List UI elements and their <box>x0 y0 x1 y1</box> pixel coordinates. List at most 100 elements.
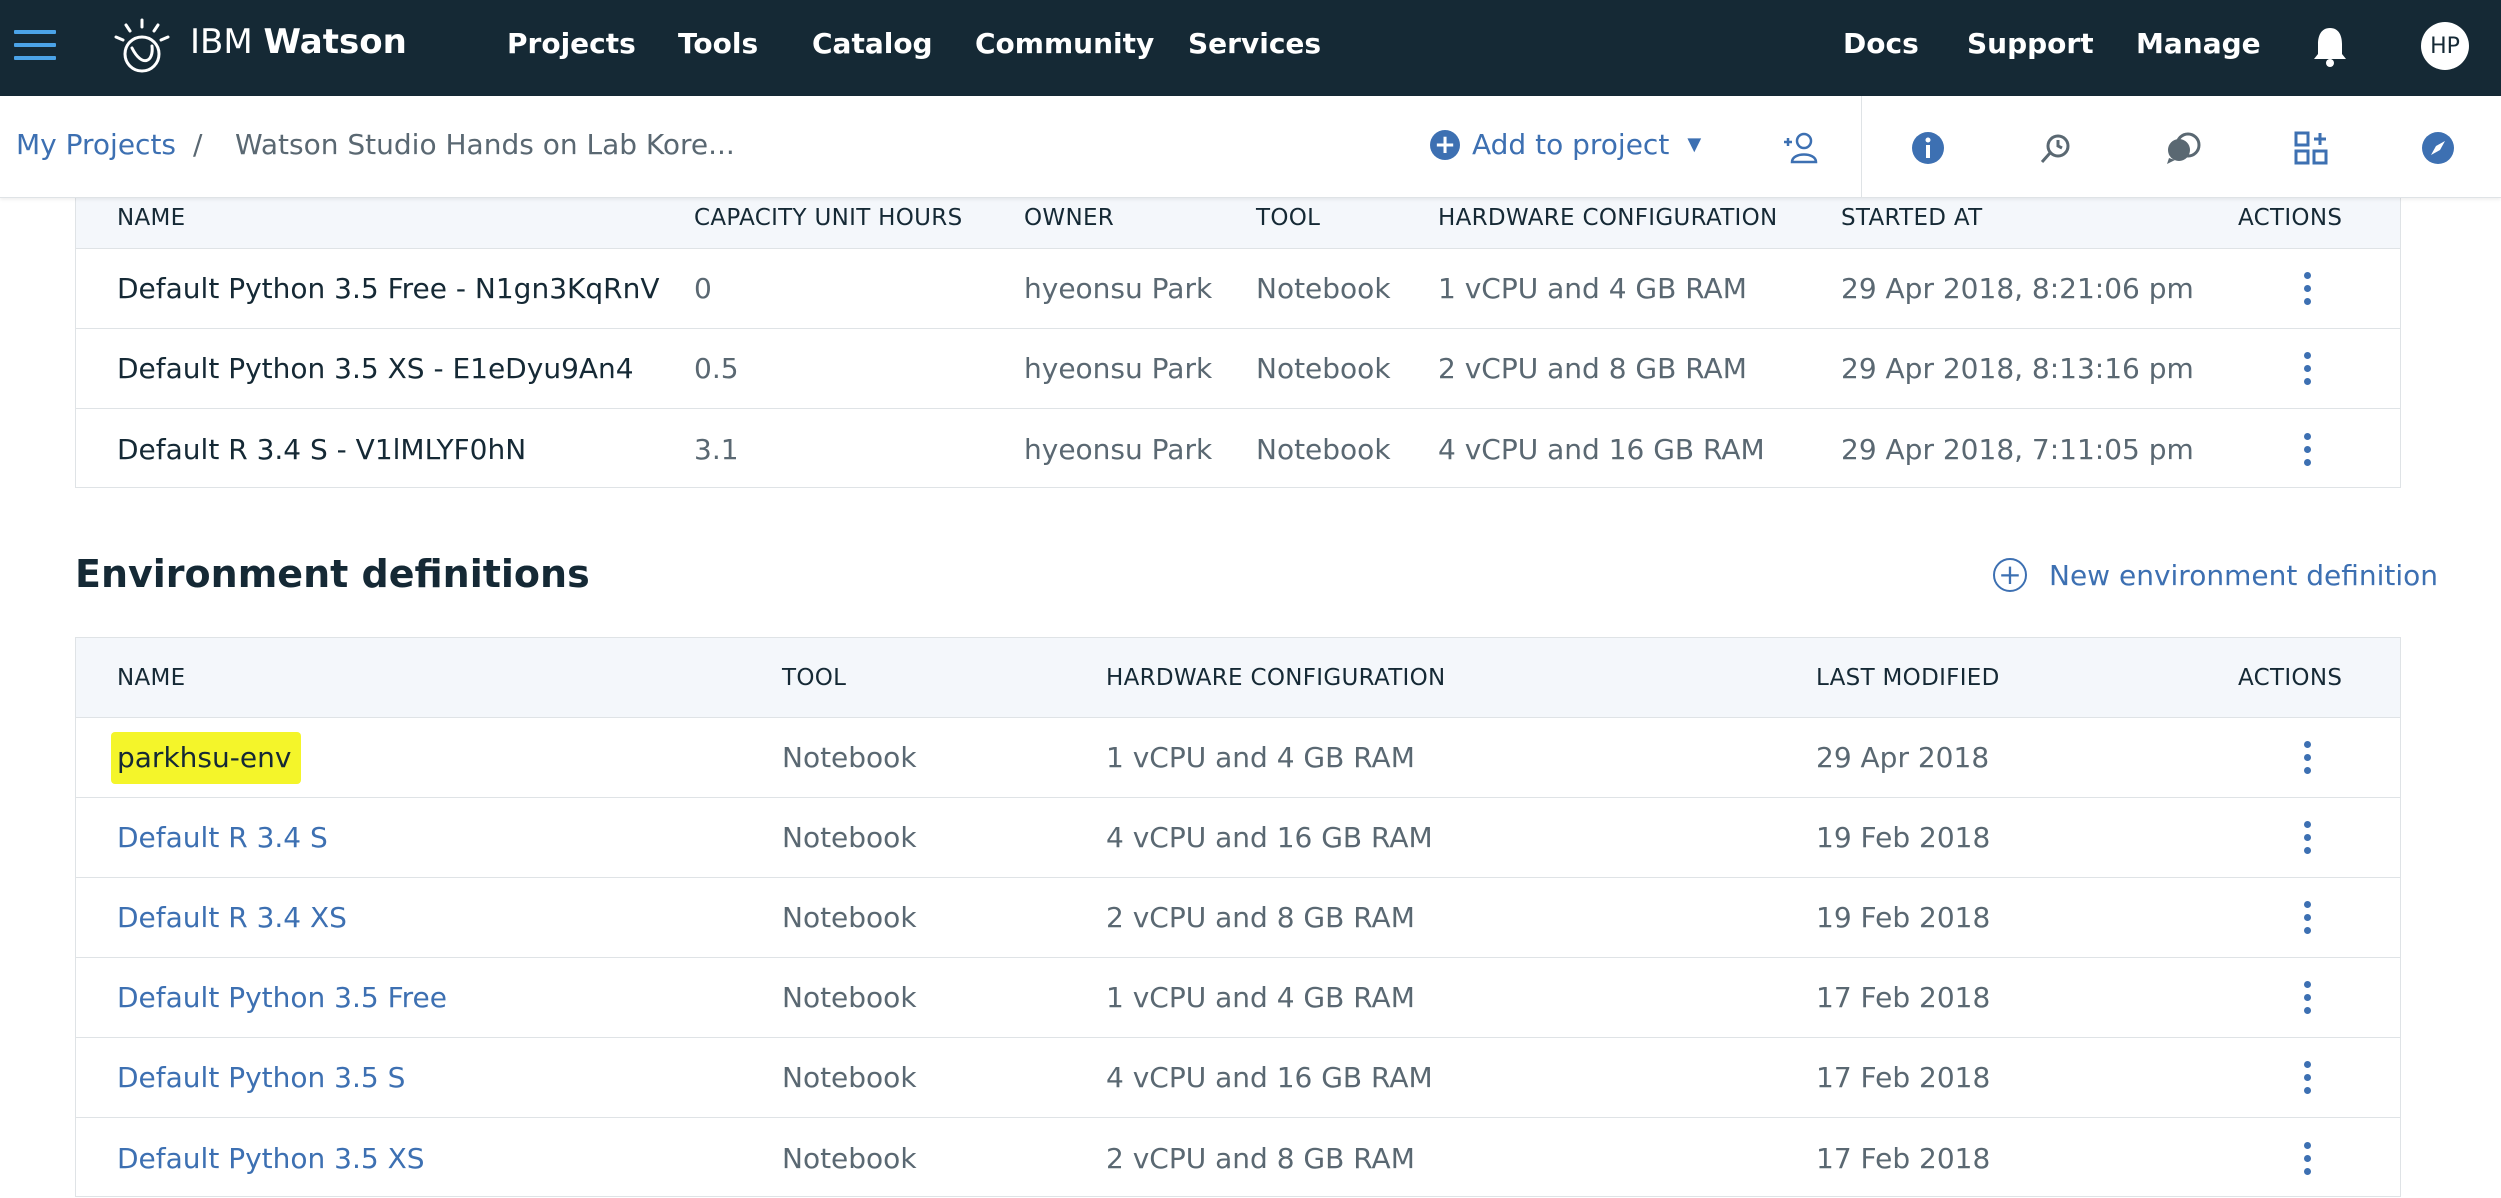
brand-name: Watson <box>263 22 407 62</box>
data-assets-icon[interactable] <box>2291 128 2331 168</box>
add-to-project-button[interactable]: + Add to project ▼ <box>1430 128 1701 161</box>
runtime-hardware: 2 vCPU and 8 GB RAM <box>1438 352 1747 385</box>
breadcrumb-my-projects[interactable]: My Projects <box>16 128 176 161</box>
environment-name-link[interactable]: Default Python 3.5 S <box>117 1038 405 1117</box>
col-tool-header: TOOL <box>782 664 847 691</box>
col-name-header: NAME <box>117 664 186 691</box>
runtime-name: Default R 3.4 S - V1lMLYF0hN <box>117 432 527 466</box>
environment-hardware: 2 vCPU and 8 GB RAM <box>1106 1141 1415 1175</box>
hamburger-menu-icon[interactable] <box>14 30 56 64</box>
project-header-bar: My Projects / Watson Studio Hands on Lab… <box>0 96 2501 198</box>
environment-tool: Notebook <box>782 1061 917 1094</box>
runtime-cuh: 0.5 <box>694 352 739 385</box>
environment-name-link[interactable]: Default R 3.4 XS <box>117 878 347 957</box>
runtime-cuh: 3.1 <box>694 432 739 466</box>
environment-name[interactable]: parkhsu-env <box>117 718 291 797</box>
environment-hardware: 1 vCPU and 4 GB RAM <box>1106 741 1415 774</box>
overflow-menu-icon[interactable] <box>2287 409 2327 489</box>
nav-support[interactable]: Support <box>1967 27 2094 60</box>
add-collaborator-icon[interactable] <box>1780 128 1820 168</box>
nav-projects[interactable]: Projects <box>507 27 636 60</box>
environment-hardware: 4 vCPU and 16 GB RAM <box>1106 1061 1433 1094</box>
brand-prefix: IBM <box>190 22 253 62</box>
runtime-tool: Notebook <box>1256 352 1391 385</box>
brand-title[interactable]: IBM Watson <box>190 22 407 62</box>
overflow-menu-icon[interactable] <box>2287 878 2327 957</box>
breadcrumb-separator: / <box>193 128 203 161</box>
environment-hardware: 4 vCPU and 16 GB RAM <box>1106 821 1433 854</box>
environment-tool: Notebook <box>782 901 917 934</box>
environment-name-link[interactable]: Default Python 3.5 XS <box>117 1118 425 1198</box>
table-row: Default Python 3.5 XS - E1eDyu9An4 0.5 h… <box>76 329 2400 409</box>
runtime-started: 29 Apr 2018, 8:13:16 pm <box>1841 352 2194 385</box>
toolbar-divider <box>1861 96 1862 198</box>
add-icon: + <box>1993 558 2027 592</box>
overflow-menu-icon[interactable] <box>2287 718 2327 797</box>
runtime-owner: hyeonsu Park <box>1024 272 1213 305</box>
runtime-owner: hyeonsu Park <box>1024 352 1213 385</box>
runtime-owner: hyeonsu Park <box>1024 432 1213 466</box>
environment-modified: 17 Feb 2018 <box>1816 1061 1991 1094</box>
notification-bell-icon[interactable] <box>2312 24 2348 68</box>
environment-modified: 29 Apr 2018 <box>1816 741 1990 774</box>
overflow-menu-icon[interactable] <box>2287 329 2327 408</box>
environment-name-link[interactable]: Default R 3.4 S <box>117 798 328 877</box>
active-runtimes-table: NAME CAPACITY UNIT HOURS OWNER TOOL HARD… <box>75 168 2401 488</box>
runtime-hardware: 1 vCPU and 4 GB RAM <box>1438 272 1747 305</box>
add-to-project-label: Add to project <box>1472 128 1670 161</box>
environment-modified: 17 Feb 2018 <box>1816 981 1991 1014</box>
table-row: Default R 3.4 S - V1lMLYF0hN 3.1 hyeonsu… <box>76 409 2400 489</box>
table-header-row: NAME TOOL HARDWARE CONFIGURATION LAST MO… <box>76 638 2400 718</box>
user-avatar[interactable]: HP <box>2421 22 2469 70</box>
table-row: Default Python 3.5 Free - N1gn3KqRnV 0 h… <box>76 249 2400 329</box>
table-row: Default R 3.4 S Notebook 4 vCPU and 16 G… <box>76 798 2400 878</box>
environment-modified: 17 Feb 2018 <box>1816 1141 1991 1175</box>
runtime-tool: Notebook <box>1256 272 1391 305</box>
overflow-menu-icon[interactable] <box>2287 958 2327 1037</box>
add-circle-icon: + <box>1430 129 1460 160</box>
environment-tool: Notebook <box>782 741 917 774</box>
runtime-started: 29 Apr 2018, 8:21:06 pm <box>1841 272 2194 305</box>
runtime-name: Default Python 3.5 XS - E1eDyu9An4 <box>117 352 634 385</box>
runtime-tool: Notebook <box>1256 432 1391 466</box>
watson-logo-icon <box>114 18 170 73</box>
overflow-menu-icon[interactable] <box>2287 1038 2327 1117</box>
top-navigation-bar: IBM Watson Projects Tools Catalog Commun… <box>0 0 2501 96</box>
new-environment-definition-button[interactable]: + New environment definition <box>1993 558 2438 592</box>
environment-hardware: 1 vCPU and 4 GB RAM <box>1106 981 1415 1014</box>
chevron-down-icon: ▼ <box>1687 134 1702 155</box>
environment-modified: 19 Feb 2018 <box>1816 821 1991 854</box>
environment-name-link[interactable]: Default Python 3.5 Free <box>117 958 447 1037</box>
overflow-menu-icon[interactable] <box>2287 1118 2327 1198</box>
environment-tool: Notebook <box>782 1141 917 1175</box>
nav-tools[interactable]: Tools <box>678 27 758 60</box>
environment-hardware: 2 vCPU and 8 GB RAM <box>1106 901 1415 934</box>
table-row: Default Python 3.5 XS Notebook 2 vCPU an… <box>76 1118 2400 1198</box>
table-row: Default R 3.4 XS Notebook 2 vCPU and 8 G… <box>76 878 2400 958</box>
info-icon[interactable] <box>1908 128 1948 168</box>
overflow-menu-icon[interactable] <box>2287 249 2327 328</box>
nav-docs[interactable]: Docs <box>1843 27 1919 60</box>
new-environment-label: New environment definition <box>2049 558 2438 592</box>
environment-definitions-table: NAME TOOL HARDWARE CONFIGURATION LAST MO… <box>75 637 2401 1197</box>
table-row: Default Python 3.5 Free Notebook 1 vCPU … <box>76 958 2400 1038</box>
runtime-cuh: 0 <box>694 272 712 305</box>
section-title: Environment definitions <box>75 552 590 596</box>
environment-modified: 19 Feb 2018 <box>1816 901 1991 934</box>
col-last-modified-header: LAST MODIFIED <box>1816 664 2000 691</box>
nav-services[interactable]: Services <box>1188 27 1321 60</box>
nav-manage[interactable]: Manage <box>2136 27 2261 60</box>
comments-icon[interactable] <box>2163 128 2203 168</box>
breadcrumb-current-project: Watson Studio Hands on Lab Kore... <box>235 128 735 161</box>
nav-community[interactable]: Community <box>975 27 1154 60</box>
runtime-started: 29 Apr 2018, 7:11:05 pm <box>1841 432 2194 466</box>
history-icon[interactable] <box>2036 128 2076 168</box>
table-row: parkhsu-env Notebook 1 vCPU and 4 GB RAM… <box>76 718 2400 798</box>
table-row: Default Python 3.5 S Notebook 4 vCPU and… <box>76 1038 2400 1118</box>
nav-catalog[interactable]: Catalog <box>812 27 933 60</box>
runtime-hardware: 4 vCPU and 16 GB RAM <box>1438 432 1765 466</box>
col-actions-header: ACTIONS <box>2238 664 2343 691</box>
col-hardware-header: HARDWARE CONFIGURATION <box>1106 664 1446 691</box>
overflow-menu-icon[interactable] <box>2287 798 2327 877</box>
compass-icon[interactable] <box>2418 128 2458 168</box>
